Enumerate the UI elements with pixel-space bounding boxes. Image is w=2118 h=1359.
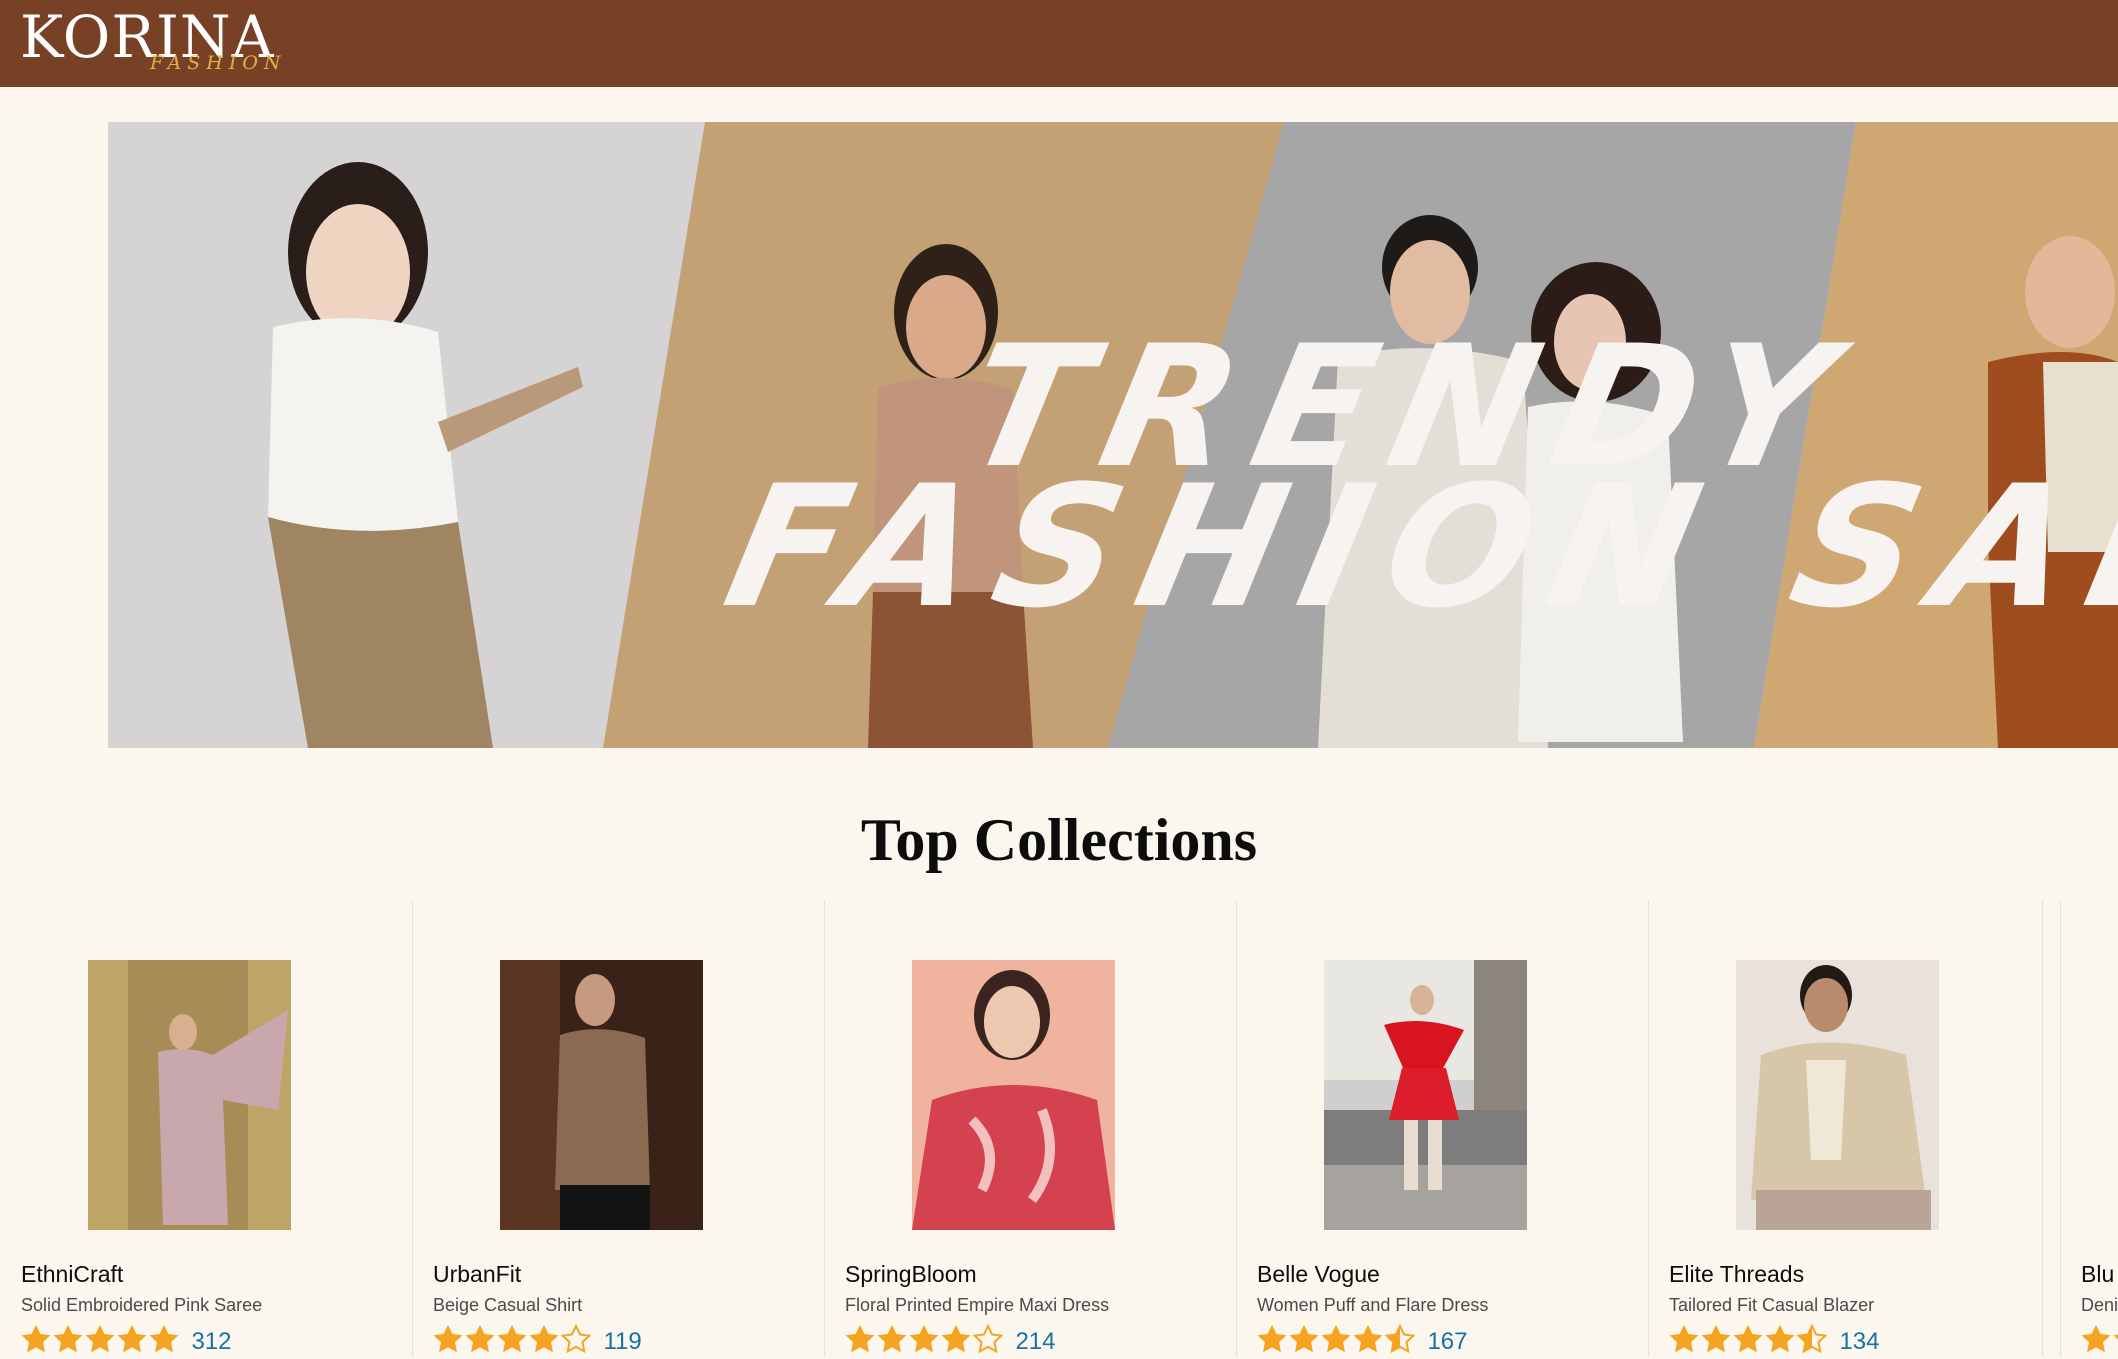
product-brand[interactable]: Blu	[2081, 1260, 2114, 1288]
star-full-icon	[2081, 1324, 2111, 1353]
product-image[interactable]	[500, 960, 703, 1230]
hero-headline: TRENDY FASHION SALE	[108, 122, 2118, 748]
product-card[interactable]: Belle Vogue Women Puff and Flare Dress 1…	[1236, 900, 1649, 1357]
product-description: Tailored Fit Casual Blazer	[1669, 1295, 1875, 1315]
product-card[interactable]: Elite Threads Tailored Fit Casual Blazer…	[1648, 900, 2061, 1357]
product-card[interactable]: SpringBloom Floral Printed Empire Maxi D…	[824, 900, 1237, 1357]
star-full-icon	[1353, 1324, 1383, 1353]
product-description: Floral Printed Empire Maxi Dress	[845, 1295, 1110, 1315]
star-rating-icons	[1257, 1323, 1416, 1359]
star-full-icon	[845, 1324, 875, 1353]
star-full-icon	[53, 1324, 83, 1353]
product-rating: 134	[1669, 1323, 1880, 1357]
product-rating: 167	[1257, 1323, 1468, 1357]
star-rating-icons	[433, 1323, 592, 1359]
product-image[interactable]	[1736, 960, 1939, 1230]
star-full-icon	[1765, 1324, 1795, 1353]
star-rating-icons	[2081, 1324, 2118, 1357]
hero-banner[interactable]: TRENDY FASHION SALE	[108, 122, 2118, 748]
product-description: Beige Casual Shirt	[433, 1295, 583, 1315]
star-full-icon	[1321, 1324, 1351, 1353]
card-divider	[2042, 900, 2043, 1357]
product-image[interactable]	[1324, 960, 1527, 1230]
section-title: Top Collections	[860, 807, 1258, 873]
star-full-icon	[1733, 1324, 1763, 1353]
product-description: Solid Embroidered Pink Saree	[21, 1295, 263, 1315]
star-empty-icon	[972, 1323, 1004, 1354]
product-description: Deni	[2081, 1295, 2118, 1315]
product-rating: 312	[21, 1324, 232, 1357]
product-card[interactable]: EthniCraft Solid Embroidered Pink Saree …	[0, 900, 413, 1357]
star-rating-icons	[21, 1324, 179, 1359]
star-full-icon	[529, 1324, 559, 1353]
brand-logo[interactable]: KORINA FASHION	[20, 4, 281, 82]
star-rating-icons	[1669, 1323, 1828, 1359]
star-full-icon	[465, 1324, 495, 1353]
product-card[interactable]: Blu Deni	[2060, 900, 2118, 1357]
product-brand[interactable]: UrbanFit	[433, 1260, 521, 1288]
product-brand[interactable]: Belle Vogue	[1257, 1260, 1380, 1288]
star-empty-icon	[560, 1323, 592, 1354]
star-full-icon	[85, 1324, 115, 1353]
logo-tagline: FASHION	[150, 52, 287, 74]
rating-count[interactable]: 134	[1839, 1327, 1879, 1357]
top-navbar: KORINA FASHION	[0, 0, 2118, 87]
star-full-icon	[1289, 1324, 1319, 1353]
product-brand[interactable]: EthniCraft	[21, 1260, 123, 1288]
hero-headline-line2: FASHION SALE	[711, 449, 2118, 645]
product-card[interactable]: UrbanFit Beige Casual Shirt 119	[412, 900, 825, 1357]
star-full-icon	[1669, 1324, 1699, 1353]
product-rating	[2081, 1324, 2118, 1354]
product-brand[interactable]: SpringBloom	[845, 1260, 977, 1288]
star-full-icon	[1257, 1324, 1287, 1353]
star-rating-icons	[845, 1323, 1004, 1359]
star-full-icon	[117, 1324, 147, 1353]
star-full-icon	[497, 1324, 527, 1353]
star-full-icon	[21, 1324, 51, 1353]
star-full-icon	[877, 1324, 907, 1353]
star-full-icon	[433, 1324, 463, 1353]
star-full-icon	[941, 1324, 971, 1353]
product-image[interactable]	[88, 960, 291, 1230]
product-rating: 119	[433, 1323, 642, 1357]
product-carousel: EthniCraft Solid Embroidered Pink Saree …	[0, 900, 2118, 1357]
product-image[interactable]	[912, 960, 1115, 1230]
star-full-icon	[1701, 1324, 1731, 1353]
star-full-icon	[909, 1324, 939, 1353]
rating-count[interactable]: 214	[1015, 1327, 1055, 1357]
product-description: Women Puff and Flare Dress	[1257, 1295, 1489, 1315]
star-full-icon	[149, 1324, 179, 1353]
rating-count[interactable]: 119	[603, 1327, 641, 1357]
rating-count[interactable]: 312	[191, 1327, 231, 1357]
product-brand[interactable]: Elite Threads	[1669, 1260, 1804, 1288]
rating-count[interactable]: 167	[1427, 1327, 1467, 1357]
product-rating: 214	[845, 1323, 1056, 1357]
